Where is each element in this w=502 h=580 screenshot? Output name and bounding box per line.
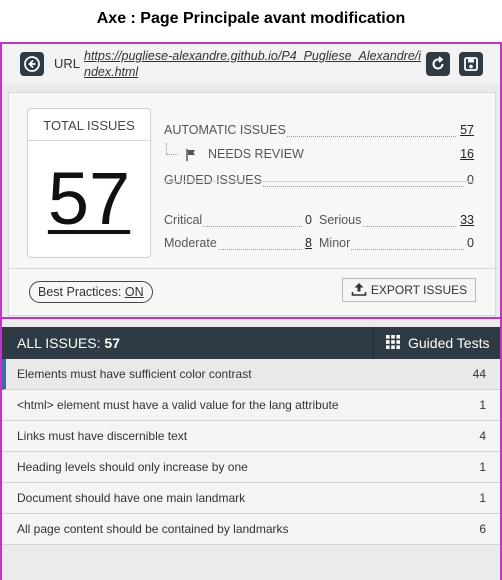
list-item[interactable]: <html> element must have a valid value f… <box>2 390 500 421</box>
guided-issues-label: GUIDED ISSUES <box>164 173 263 187</box>
axe-panel: URL https://pugliese-alexandre.github.io… <box>0 42 502 580</box>
issue-count: 44 <box>472 367 486 381</box>
list-item[interactable]: Elements must have sufficient color cont… <box>2 359 500 390</box>
url-bar: URL https://pugliese-alexandre.github.io… <box>2 44 500 84</box>
caption-title: Axe : Page Principale avant modification <box>96 10 406 27</box>
rerun-icon[interactable] <box>426 52 450 76</box>
total-issues-card: TOTAL ISSUES 57 <box>27 108 151 258</box>
all-issues-header: ALL ISSUES: 57 Guided Tests <box>2 327 500 359</box>
minor-value: 0 <box>464 236 474 250</box>
moderate-label: Moderate <box>164 236 218 250</box>
critical-value: 0 <box>302 213 312 227</box>
serious-row: Serious 33 <box>319 213 474 231</box>
issues-list: Elements must have sufficient color cont… <box>2 359 500 545</box>
moderate-row: Moderate 8 <box>164 236 312 254</box>
upload-icon <box>351 282 367 299</box>
issue-count: 1 <box>479 491 486 505</box>
issue-count: 6 <box>479 522 486 536</box>
automatic-issues-row: AUTOMATIC ISSUES 57 <box>164 123 474 141</box>
critical-row: Critical 0 <box>164 213 312 231</box>
list-item[interactable]: All page content should be contained by … <box>2 514 500 545</box>
serious-label: Serious <box>319 213 363 227</box>
issue-text: Document should have one main landmark <box>17 491 246 505</box>
flag-icon <box>186 149 200 164</box>
issue-text: All page content should be contained by … <box>17 522 289 536</box>
best-practices-label: Best Practices: <box>38 285 122 299</box>
best-practices-toggle[interactable]: Best Practices: ON <box>29 281 153 303</box>
list-item[interactable]: Document should have one main landmark 1 <box>2 483 500 514</box>
total-issues-value[interactable]: 57 <box>28 149 150 249</box>
export-issues-button[interactable]: EXPORT ISSUES <box>342 278 476 302</box>
summary-panel: TOTAL ISSUES 57 AUTOMATIC ISSUES 57 NEED… <box>8 92 497 316</box>
all-issues-label: ALL ISSUES: <box>17 335 101 351</box>
all-issues-title: ALL ISSUES: 57 <box>17 327 120 359</box>
issue-count: 1 <box>479 460 486 474</box>
minor-label: Minor <box>319 236 352 250</box>
save-icon[interactable] <box>459 52 483 76</box>
stats-divider <box>164 181 474 182</box>
issue-text: Heading levels should only increase by o… <box>17 460 248 474</box>
needs-review-label: NEEDS REVIEW <box>208 147 305 161</box>
grid-icon <box>386 334 400 352</box>
issue-text: Elements must have sufficient color cont… <box>17 367 252 381</box>
automatic-issues-value[interactable]: 57 <box>457 123 474 137</box>
best-practices-value: ON <box>124 285 144 299</box>
url-label: URL <box>54 56 81 71</box>
serious-value[interactable]: 33 <box>457 213 474 227</box>
all-issues-count: 57 <box>104 335 120 351</box>
guided-tests-button[interactable]: Guided Tests <box>386 327 489 359</box>
list-item[interactable]: Links must have discernible text 4 <box>2 421 500 452</box>
minor-row: Minor 0 <box>319 236 474 254</box>
issue-count: 1 <box>479 398 486 412</box>
export-issues-label: EXPORT ISSUES <box>370 283 468 297</box>
footer-divider <box>9 268 497 269</box>
guided-issues-value: 0 <box>464 173 474 187</box>
url-link[interactable]: https://pugliese-alexandre.github.io/P4_… <box>84 48 422 80</box>
issue-text: <html> element must have a valid value f… <box>17 398 339 412</box>
critical-label: Critical <box>164 213 204 227</box>
automatic-issues-label: AUTOMATIC ISSUES <box>164 123 287 137</box>
list-item[interactable]: Heading levels should only increase by o… <box>2 452 500 483</box>
needs-review-value[interactable]: 16 <box>457 147 474 161</box>
guided-tests-label: Guided Tests <box>408 335 490 351</box>
issue-count: 4 <box>479 429 486 443</box>
needs-review-row: NEEDS REVIEW 16 <box>164 143 474 165</box>
moderate-value[interactable]: 8 <box>302 236 312 250</box>
back-icon[interactable] <box>20 52 44 76</box>
total-issues-label: TOTAL ISSUES <box>28 109 150 141</box>
guided-issues-row: GUIDED ISSUES 0 <box>164 173 474 191</box>
issue-text: Links must have discernible text <box>17 429 188 443</box>
